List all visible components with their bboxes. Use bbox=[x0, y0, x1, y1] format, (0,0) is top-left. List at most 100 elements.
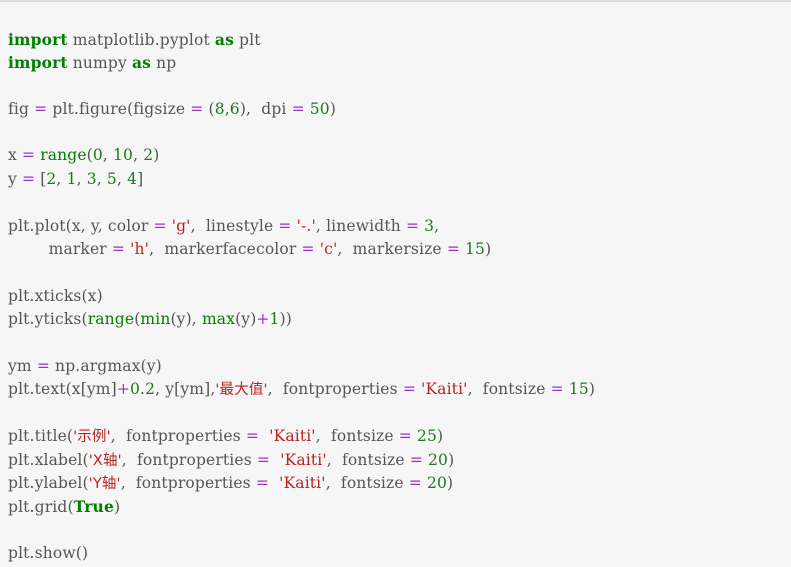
code-token-string: 'c' bbox=[319, 240, 338, 259]
code-line: plt.title('示例', fontproperties = 'Kaiti'… bbox=[8, 425, 791, 448]
code-token-string: 'Kaiti' bbox=[421, 380, 468, 399]
code-token-string-cjk: '示例' bbox=[73, 429, 111, 446]
code-token-number: 6 bbox=[229, 99, 240, 118]
code-token-number: 25 bbox=[417, 427, 438, 446]
code-token-number: 20 bbox=[428, 450, 449, 469]
code-token-operator: = bbox=[408, 473, 422, 492]
code-token-operator: = bbox=[402, 380, 416, 399]
code-token-number: 15 bbox=[568, 380, 589, 399]
code-token-plain: y bbox=[8, 169, 22, 188]
code-token-number: 1 bbox=[269, 310, 280, 329]
code-token-plain: , fontproperties bbox=[120, 473, 256, 492]
code-token-plain: (y), bbox=[170, 310, 202, 329]
code-token-operator: = bbox=[550, 380, 564, 399]
python-code-block[interactable]: import matplotlib.pyplot as plt import nu… bbox=[8, 28, 791, 566]
code-token-builtin: min bbox=[140, 310, 171, 329]
code-token-operator: = bbox=[405, 216, 420, 235]
code-token-operator: + bbox=[256, 310, 270, 329]
code-token-plain: ] bbox=[137, 169, 144, 188]
code-token-plain: , bbox=[76, 169, 87, 188]
code-token-plain: plt.ylabel( bbox=[8, 473, 89, 492]
code-token-operator: = bbox=[190, 99, 204, 118]
code-token-plain: [ bbox=[35, 169, 47, 188]
code-token-plain: , bbox=[102, 146, 114, 165]
code-token-plain: ) bbox=[437, 427, 444, 446]
code-snippet-viewport[interactable]: import matplotlib.pyplot as plt import nu… bbox=[0, 0, 791, 567]
code-token-plain: plt.title( bbox=[8, 427, 74, 446]
code-token-plain: numpy bbox=[67, 53, 132, 72]
code-token-plain: ) bbox=[448, 450, 455, 469]
code-token-number: 5 bbox=[106, 169, 117, 188]
code-line: import matplotlib.pyplot as plt bbox=[8, 28, 791, 51]
code-token-plain: , bbox=[96, 169, 107, 188]
code-token-plain: plt bbox=[233, 30, 261, 49]
code-token-plain: , fontproperties bbox=[267, 380, 403, 399]
code-token-number: 3 bbox=[424, 216, 435, 235]
code-line: plt.plot(x, y, color = 'g', linestyle = … bbox=[8, 215, 791, 238]
code-token-keyword: True bbox=[73, 497, 114, 517]
code-line: fig = plt.figure(figsize = (8,6), dpi = … bbox=[8, 98, 791, 121]
code-token-operator: + bbox=[116, 380, 130, 399]
code-token-string-cjk: 'Y轴' bbox=[88, 475, 121, 492]
code-line: y = [2, 1, 3, 5, 4] bbox=[8, 168, 791, 191]
code-token-plain: marker bbox=[8, 240, 112, 259]
code-token-string: 'Kaiti' bbox=[279, 473, 326, 492]
code-token-keyword: as bbox=[214, 29, 234, 49]
code-token-plain: , fontsize bbox=[315, 427, 399, 446]
code-token-string: '-.' bbox=[296, 216, 316, 235]
code-token-number: 1 bbox=[66, 169, 77, 188]
code-token-number: 20 bbox=[426, 473, 447, 492]
code-token-plain: np.argmax(y) bbox=[49, 356, 162, 375]
code-token-plain: , bbox=[133, 146, 144, 165]
code-token-plain: ) bbox=[153, 146, 160, 165]
code-token-plain: , fontsize bbox=[326, 450, 410, 469]
code-token-number: 4 bbox=[127, 169, 138, 188]
code-token-number: 2 bbox=[143, 146, 154, 165]
code-token-plain: plt.show() bbox=[8, 544, 89, 563]
code-token-plain: , fontsize bbox=[325, 473, 409, 492]
code-token-string-cjk: 'X轴' bbox=[88, 452, 122, 469]
code-token-plain: ym bbox=[8, 356, 37, 375]
code-token-keyword: import bbox=[8, 52, 68, 72]
code-token-operator: = bbox=[256, 450, 271, 469]
code-token-keyword: as bbox=[131, 52, 152, 72]
code-token-number: 0.2 bbox=[130, 380, 156, 399]
code-token-plain: plt.xlabel( bbox=[8, 450, 89, 469]
code-token-plain: plt.xticks(x) bbox=[8, 286, 103, 305]
code-token-builtin: range bbox=[40, 146, 87, 165]
code-token-string: 'Kaiti' bbox=[269, 427, 316, 446]
code-line: plt.show() bbox=[8, 542, 791, 565]
code-token-plain: ) bbox=[588, 380, 596, 399]
code-token-operator: = bbox=[111, 240, 126, 259]
code-line: plt.yticks(range(min(y), max(y)+1)) bbox=[8, 308, 791, 331]
code-token-operator: = bbox=[278, 216, 292, 235]
code-token-operator: = bbox=[301, 240, 315, 259]
code-token-plain: , bbox=[56, 169, 67, 188]
code-line: import numpy as np bbox=[8, 51, 791, 74]
code-token-operator: = bbox=[398, 427, 412, 446]
code-token-builtin: max bbox=[201, 310, 236, 329]
code-token-plain: , linewidth bbox=[315, 216, 406, 235]
code-token-builtin: range bbox=[87, 310, 135, 329]
code-token-plain: , markersize bbox=[337, 240, 447, 259]
code-token-plain: plt.plot(x, y, color bbox=[8, 216, 154, 235]
code-line: plt.grid(True) bbox=[8, 495, 791, 518]
code-token-plain: , fontproperties bbox=[110, 427, 246, 446]
code-line: plt.ylabel('Y轴', fontproperties = 'Kaiti… bbox=[8, 472, 791, 495]
code-token-string: 'h' bbox=[130, 240, 150, 259]
code-token-operator: = bbox=[245, 427, 260, 446]
code-token-plain: ) bbox=[113, 498, 121, 517]
code-token-plain: plt.text(x[ym] bbox=[8, 380, 117, 399]
code-token-plain: , fontsize bbox=[467, 380, 551, 399]
code-token-number: 3 bbox=[86, 169, 97, 188]
code-token-keyword: import bbox=[8, 29, 68, 49]
code-token-number: 2 bbox=[46, 169, 57, 188]
code-token-operator: = bbox=[446, 240, 460, 259]
